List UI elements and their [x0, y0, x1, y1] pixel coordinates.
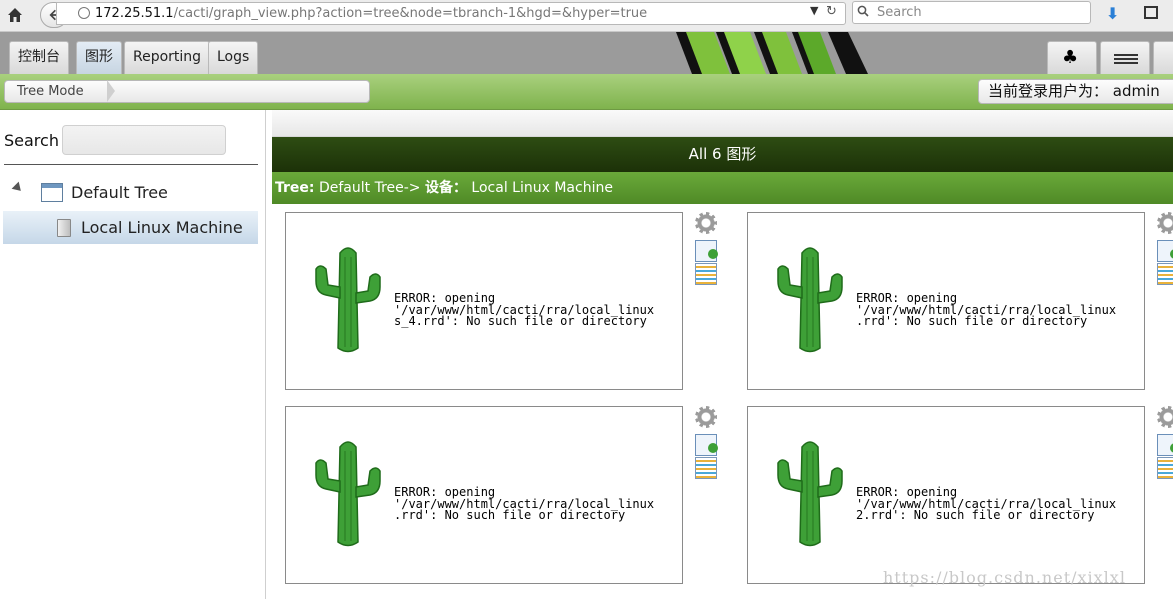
home-icon[interactable] [6, 6, 24, 24]
graph-count-title: All 6 图形 [272, 137, 1173, 172]
download-icon[interactable]: ⬇ [1106, 4, 1119, 23]
device-name: Local Linux Machine [466, 180, 613, 196]
preview-view-button[interactable] [1153, 41, 1173, 74]
tab-graphs[interactable]: 图形 [76, 41, 122, 74]
tab-console[interactable]: 控制台 [9, 41, 69, 74]
zoom-graph-icon[interactable] [1157, 240, 1173, 262]
csv-export-icon[interactable] [695, 457, 717, 479]
globe-icon [78, 7, 90, 19]
cacti-logo [676, 32, 868, 74]
zoom-graph-icon[interactable] [695, 240, 718, 262]
tree-path: Default Tree-> [314, 180, 425, 196]
csv-export-icon[interactable] [695, 263, 717, 285]
tree-panel: Search Default Tree Local Linux Machine [0, 110, 266, 599]
chevron-down-icon[interactable]: ▼ [810, 4, 818, 17]
tree-item-label: Local Linux Machine [81, 218, 243, 237]
zoom-graph-icon[interactable] [695, 434, 718, 456]
list-icon [1114, 54, 1138, 64]
expand-arrow-icon[interactable] [11, 181, 25, 195]
user-label: 当前登录用户为： [988, 82, 1109, 100]
zoom-graph-icon[interactable] [1157, 434, 1173, 456]
user-info: 当前登录用户为： admin [978, 79, 1173, 104]
csv-export-icon[interactable] [1157, 457, 1173, 479]
tab-reporting[interactable]: Reporting [124, 41, 211, 74]
tree-view-button[interactable]: ♣ [1047, 41, 1097, 74]
cactus-logo-icon [777, 441, 843, 547]
graph-image[interactable]: ERROR: opening '/var/www/html/cacti/rra/… [747, 212, 1145, 390]
filter-strip [272, 110, 1173, 137]
graph-image[interactable]: ERROR: opening '/var/www/html/cacti/rra/… [285, 406, 683, 584]
url-path: /cacti/graph_view.php?action=tree&node=t… [173, 6, 648, 21]
search-icon [857, 5, 869, 17]
csv-export-icon[interactable] [1157, 263, 1173, 285]
tree-search-input[interactable] [62, 125, 226, 155]
cactus-logo-icon [777, 247, 843, 353]
graph-error-text: ERROR: opening '/var/www/html/cacti/rra/… [394, 291, 655, 328]
reload-icon[interactable]: ↻ [826, 4, 837, 19]
gear-icon[interactable] [1157, 406, 1173, 428]
tree-icon: ♣ [1062, 47, 1079, 68]
nav-bar: Tree Mode 当前登录用户为： admin [0, 74, 1173, 110]
list-view-button[interactable] [1100, 41, 1150, 74]
user-name[interactable]: admin [1113, 82, 1160, 100]
url-host: 172.25.51.1 [95, 6, 174, 21]
tree-folder-icon [41, 183, 63, 202]
graph-image[interactable]: ERROR: opening '/var/www/html/cacti/rra/… [285, 212, 683, 390]
gear-icon[interactable] [695, 212, 717, 234]
tree-path-bar: Tree: Default Tree-> 设备： Local Linux Mac… [272, 172, 1173, 204]
graph-error-text: ERROR: opening '/var/www/html/cacti/rra/… [394, 485, 655, 522]
browser-search-input[interactable]: Search [852, 1, 1091, 24]
window-icon[interactable] [1144, 6, 1158, 19]
cactus-logo-icon [315, 441, 381, 547]
device-label: 设备： [424, 180, 467, 196]
server-icon [57, 219, 71, 237]
watermark: https://blog.csdn.net/xixlxl [883, 568, 1126, 587]
gear-icon[interactable] [695, 406, 717, 428]
graph-image[interactable]: ERROR: opening '/var/www/html/cacti/rra/… [747, 406, 1145, 584]
url-bar[interactable]: 172.25.51.1/cacti/graph_view.php?action=… [56, 2, 846, 25]
tree-item-local-linux-machine[interactable]: Local Linux Machine [3, 211, 258, 244]
browser-toolbar: 172.25.51.1/cacti/graph_view.php?action=… [0, 0, 1173, 32]
gear-icon[interactable] [1157, 212, 1173, 234]
graph-error-text: ERROR: opening '/var/www/html/cacti/rra/… [856, 291, 1117, 328]
tree-prefix: Tree: [275, 180, 315, 196]
tab-logs[interactable]: Logs [208, 41, 259, 74]
breadcrumb[interactable]: Tree Mode [4, 80, 370, 103]
cacti-header: 控制台 图形 Reporting Logs ♣ [0, 32, 1173, 74]
search-label: Search [4, 131, 59, 150]
tree-item-default-tree[interactable]: Default Tree [71, 183, 168, 202]
divider [4, 164, 258, 165]
cactus-logo-icon [315, 247, 381, 353]
graph-error-text: ERROR: opening '/var/www/html/cacti/rra/… [856, 485, 1117, 522]
